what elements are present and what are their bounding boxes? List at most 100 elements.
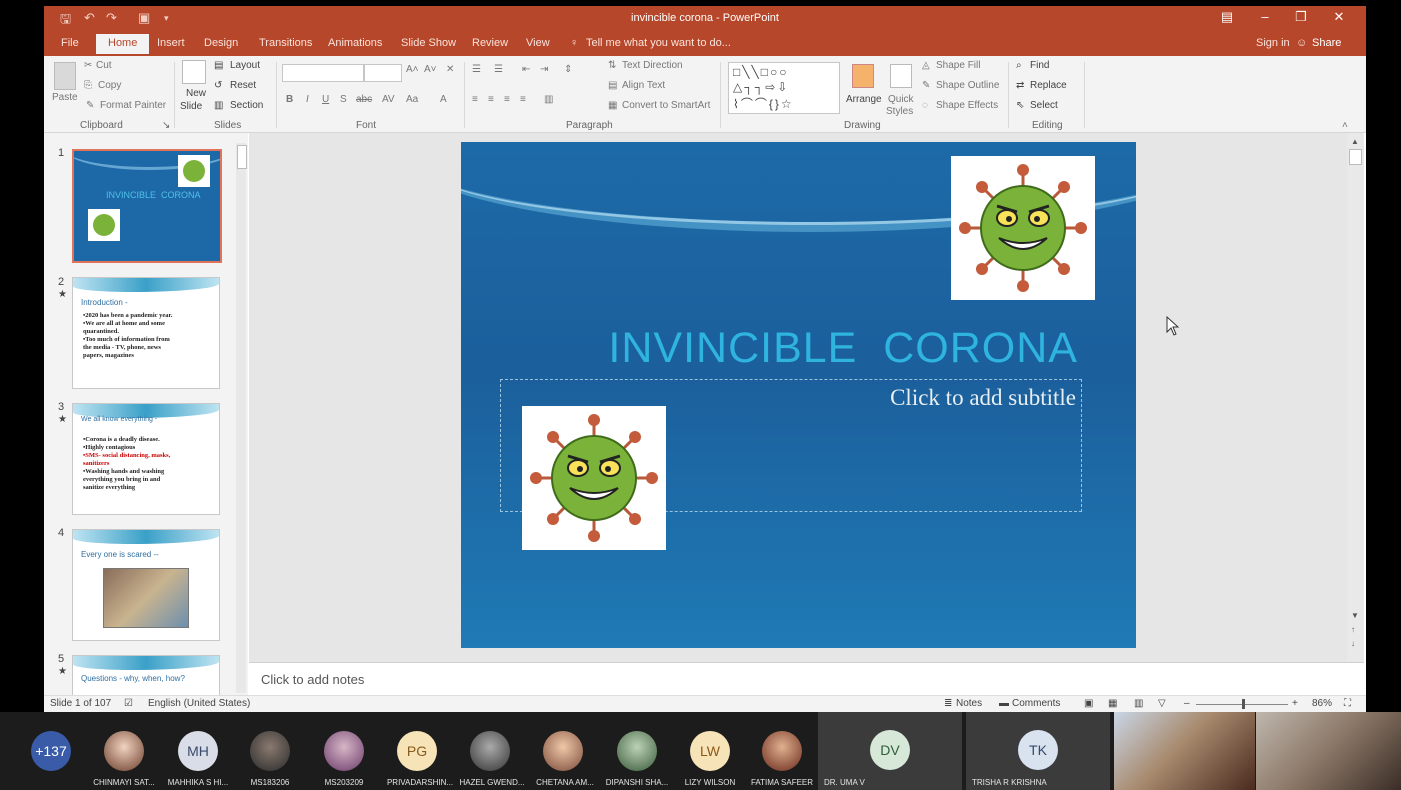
comments-toggle[interactable]: Comments	[1012, 698, 1060, 709]
avatar[interactable]: MH	[178, 731, 218, 771]
avatar[interactable]	[762, 731, 802, 771]
new-slide-icon[interactable]	[182, 60, 206, 84]
section-button[interactable]: Section	[230, 100, 263, 111]
bullets-icon[interactable]: ☰	[472, 64, 481, 75]
clear-formatting-icon[interactable]: ✕	[446, 64, 454, 75]
tab-file[interactable]: File	[61, 37, 79, 49]
line-spacing-icon[interactable]: ⇕	[564, 64, 572, 75]
strikethrough-icon[interactable]: abc	[356, 94, 372, 105]
participant-camera-video[interactable]	[1114, 712, 1255, 790]
char-spacing-icon[interactable]: AV	[382, 94, 395, 105]
avatar[interactable]	[324, 731, 364, 771]
avatar[interactable]	[104, 731, 144, 771]
shape-outline-button[interactable]: Shape Outline	[936, 80, 999, 91]
share-button[interactable]: Share	[1312, 37, 1341, 49]
cut-icon[interactable]: ✂	[84, 60, 92, 71]
section-icon[interactable]: ▥	[214, 100, 223, 111]
select-button[interactable]: Select	[1030, 100, 1058, 111]
replace-icon[interactable]: ⇄	[1016, 80, 1024, 91]
new-slide-button-label2[interactable]: Slide	[180, 101, 202, 112]
virus-image[interactable]	[522, 406, 666, 550]
slide-show-icon[interactable]: ▽	[1158, 698, 1166, 709]
increase-indent-icon[interactable]: ⇥	[540, 64, 548, 75]
shape-fill-icon[interactable]: ◬	[922, 60, 930, 71]
previous-slide-icon[interactable]: ↑	[1351, 625, 1355, 634]
notes-icon[interactable]: ≣	[944, 698, 952, 709]
tab-design[interactable]: Design	[204, 37, 238, 49]
change-case-icon[interactable]: Aa	[406, 94, 418, 105]
shapes-gallery[interactable]: □╲╲□○○ △┐┐⇨⇩ ⌇⌒⌒{}☆	[728, 62, 840, 114]
italic-icon[interactable]: I	[306, 94, 309, 105]
avatar[interactable]	[250, 731, 290, 771]
scrollbar-thumb[interactable]	[1349, 149, 1362, 165]
tab-transitions[interactable]: Transitions	[259, 37, 312, 49]
align-left-icon[interactable]: ≡	[472, 94, 478, 105]
thumbnails-scrollbar[interactable]	[236, 143, 247, 693]
restore-icon[interactable]: ❐	[1286, 9, 1316, 25]
find-icon[interactable]: ⌕	[1016, 60, 1022, 71]
close-icon[interactable]: ✕	[1324, 9, 1354, 25]
zoom-level[interactable]: 86%	[1312, 698, 1332, 709]
next-slide-icon[interactable]: ↓	[1351, 639, 1355, 648]
avatar[interactable]	[470, 731, 510, 771]
format-painter-icon[interactable]: ✎	[86, 100, 94, 111]
cut-button[interactable]: Cut	[96, 60, 112, 71]
bold-icon[interactable]: B	[286, 94, 293, 105]
text-direction-icon[interactable]: ⇅	[608, 60, 616, 71]
align-right-icon[interactable]: ≡	[504, 94, 510, 105]
shape-effects-button[interactable]: Shape Effects	[936, 100, 998, 111]
fit-to-window-icon[interactable]: ⛶	[1344, 698, 1351, 709]
format-painter-button[interactable]: Format Painter	[100, 100, 166, 111]
shapes-row-2-icon[interactable]: △┐┐⇨⇩	[733, 80, 789, 94]
smartart-icon[interactable]: ▦	[608, 100, 617, 111]
arrange-icon[interactable]	[852, 64, 874, 88]
virus-image[interactable]	[951, 156, 1095, 300]
avatar[interactable]: LW	[690, 731, 730, 771]
participant-camera-video[interactable]	[1256, 712, 1401, 790]
zoom-out-icon[interactable]: –	[1184, 698, 1190, 709]
slide-sorter-icon[interactable]: ▦	[1108, 698, 1117, 709]
tab-view[interactable]: View	[526, 37, 550, 49]
layout-icon[interactable]: ▤	[214, 60, 223, 71]
align-text-button[interactable]: Align Text	[622, 80, 665, 91]
spell-check-icon[interactable]: ☑	[124, 698, 133, 709]
select-icon[interactable]: ⇖	[1016, 100, 1024, 111]
clipboard-launcher-icon[interactable]: ↘	[162, 120, 170, 131]
paste-button[interactable]: Paste	[52, 92, 78, 103]
convert-smartart-button[interactable]: Convert to SmartArt	[622, 100, 710, 111]
scroll-down-icon[interactable]: ▼	[1351, 611, 1359, 620]
find-button[interactable]: Find	[1030, 60, 1049, 71]
arrange-button[interactable]: Arrange	[846, 94, 882, 105]
scroll-up-icon[interactable]: ▲	[1351, 137, 1359, 146]
font-color-icon[interactable]: A	[440, 94, 447, 105]
paste-icon[interactable]	[54, 62, 76, 90]
new-slide-button[interactable]: New	[186, 88, 206, 99]
comments-icon[interactable]: ▬	[999, 698, 1009, 709]
reset-icon[interactable]: ↺	[214, 80, 222, 91]
decrease-indent-icon[interactable]: ⇤	[522, 64, 530, 75]
align-text-icon[interactable]: ▤	[608, 80, 617, 91]
editor-scrollbar[interactable]: ▲ ▼ ↑ ↓	[1347, 133, 1364, 662]
more-participants-button[interactable]: +137	[31, 731, 71, 771]
avatar[interactable]: PG	[397, 731, 437, 771]
text-direction-button[interactable]: Text Direction	[622, 60, 683, 71]
justify-icon[interactable]: ≡	[520, 94, 526, 105]
tab-review[interactable]: Review	[472, 37, 508, 49]
numbering-icon[interactable]: ☰	[494, 64, 503, 75]
notes-toggle[interactable]: Notes	[956, 698, 982, 709]
tab-home[interactable]: Home	[96, 34, 150, 54]
slide-thumbnail-1[interactable]: INVINCIBLE CORONA	[72, 149, 222, 263]
tab-insert[interactable]: Insert	[157, 37, 185, 49]
layout-button[interactable]: Layout	[230, 60, 260, 71]
language-indicator[interactable]: English (United States)	[148, 698, 250, 709]
ribbon-display-icon[interactable]: ▤	[1212, 9, 1242, 25]
notes-pane[interactable]: Click to add notes	[249, 662, 1364, 696]
replace-button[interactable]: Replace	[1030, 80, 1067, 91]
shape-fill-button[interactable]: Shape Fill	[936, 60, 980, 71]
share-icon[interactable]: ☺	[1296, 37, 1307, 49]
underline-icon[interactable]: U	[322, 94, 329, 105]
columns-icon[interactable]: ▥	[544, 94, 553, 105]
shrink-font-icon[interactable]: A˅	[424, 64, 437, 75]
shapes-row-1-icon[interactable]: □╲╲□○○	[733, 65, 788, 79]
reset-button[interactable]: Reset	[230, 80, 256, 91]
